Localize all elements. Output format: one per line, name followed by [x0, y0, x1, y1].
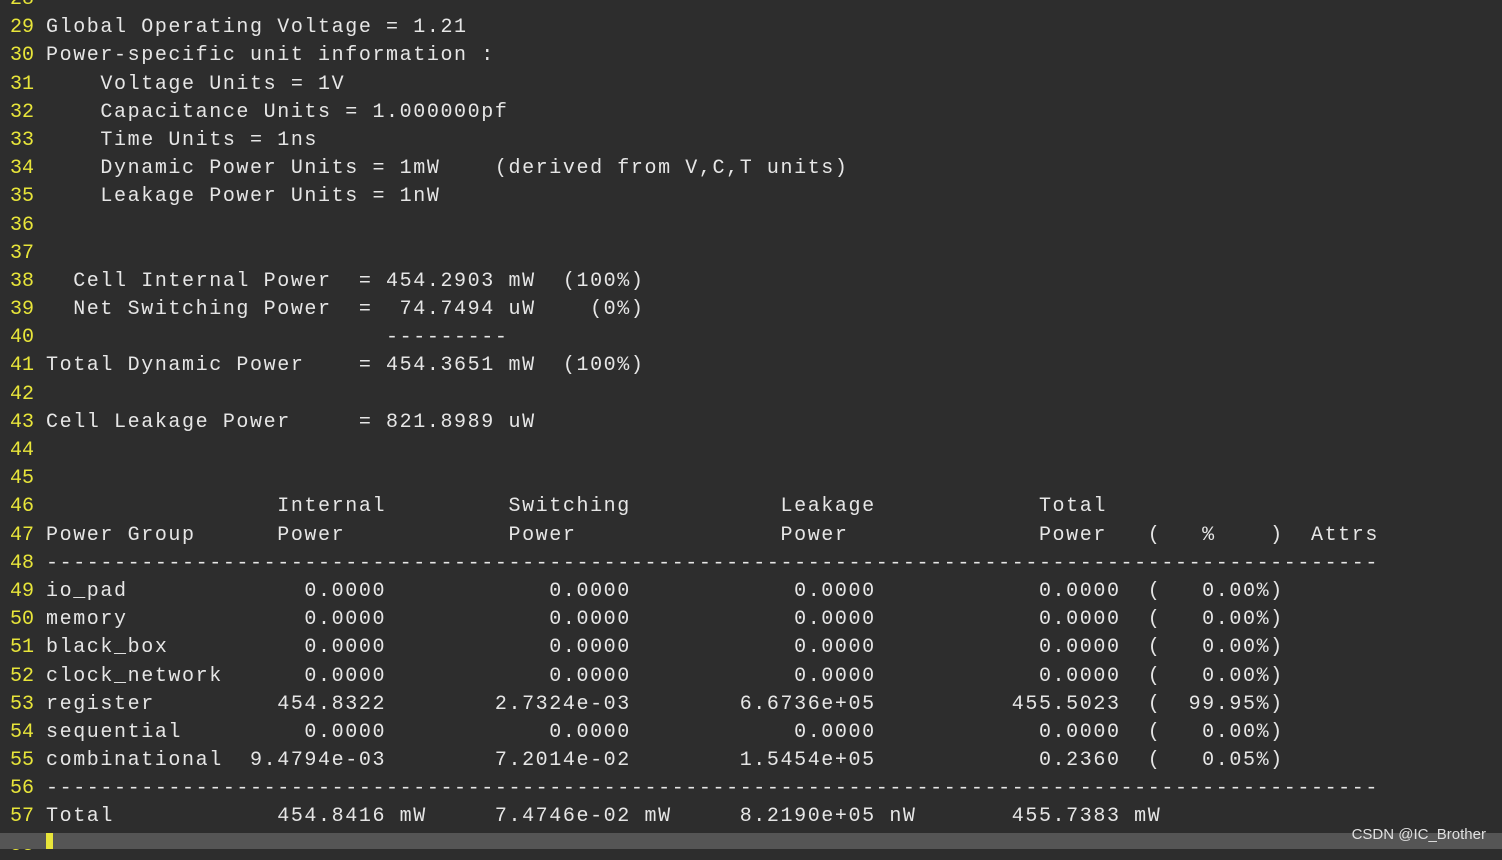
editor-line: 52 clock_network 0.0000 0.0000 0.0000 0.0… — [0, 663, 1502, 691]
status-bar — [0, 833, 1502, 849]
editor-line: 36 — [0, 212, 1502, 240]
editor-line: 46 Internal Switching Leakage Total — [0, 493, 1502, 521]
line-text: Power-specific unit information : — [46, 44, 495, 68]
line-text: combinational 9.4794e-03 7.2014e-02 1.54… — [46, 749, 1284, 773]
editor-line: 55 combinational 9.4794e-03 7.2014e-02 1.… — [0, 747, 1502, 775]
line-text: clock_network 0.0000 0.0000 0.0000 0.000… — [46, 664, 1284, 688]
editor-line: 39 Net Switching Power = 74.7494 uW (0%) — [0, 296, 1502, 324]
line-number: 47 — [9, 523, 34, 547]
line-number: 35 — [9, 185, 34, 209]
editor-line: 45 — [0, 465, 1502, 493]
editor-line: 41 Total Dynamic Power = 454.3651 mW (100… — [0, 352, 1502, 380]
line-text: memory 0.0000 0.0000 0.0000 0.0000 ( 0.0… — [46, 608, 1284, 632]
line-text: Leakage Power Units = 1nW — [46, 185, 441, 209]
line-text: Cell Leakage Power = 821.8989 uW — [46, 410, 536, 434]
text-cursor — [46, 833, 53, 849]
line-number: 31 — [9, 72, 34, 96]
line-number: 28 — [0, 0, 46, 14]
line-number: 42 — [9, 382, 34, 406]
line-number: 50 — [9, 608, 34, 632]
line-number: 52 — [9, 664, 34, 688]
line-number: 45 — [9, 467, 34, 491]
line-text: --------- — [46, 326, 509, 350]
line-number: 54 — [9, 720, 34, 744]
editor-line: 34 Dynamic Power Units = 1mW (derived fr… — [0, 155, 1502, 183]
line-number: 30 — [9, 44, 34, 68]
line-number: 55 — [9, 749, 34, 773]
line-number: 33 — [9, 128, 34, 152]
line-number: 34 — [9, 157, 34, 181]
line-number: 36 — [9, 213, 34, 237]
line-text: Total 454.8416 mW 7.4746e-02 mW 8.2190e+… — [46, 805, 1162, 829]
editor-line: 31 Voltage Units = 1V — [0, 71, 1502, 99]
line-number: 57 — [9, 805, 34, 829]
line-number: 40 — [9, 326, 34, 350]
editor-line: 28 — [0, 0, 1502, 14]
line-text: register 454.8322 2.7324e-03 6.6736e+05 … — [46, 692, 1284, 716]
line-text: Internal Switching Leakage Total — [46, 495, 1107, 519]
line-text: ----------------------------------------… — [46, 777, 1379, 801]
line-number: 38 — [9, 269, 34, 293]
editor-line: 48 --------------------------------------… — [0, 550, 1502, 578]
editor-text-area[interactable]: 28 29 Global Operating Voltage = 1.21 30 P… — [0, 0, 1502, 860]
editor-line: 56 --------------------------------------… — [0, 775, 1502, 803]
editor-line: 49 io_pad 0.0000 0.0000 0.0000 0.0000 ( 0… — [0, 578, 1502, 606]
editor-line: 30 Power-specific unit information : — [0, 42, 1502, 70]
editor-line: 38 Cell Internal Power = 454.2903 mW (10… — [0, 268, 1502, 296]
line-number: 29 — [9, 16, 34, 40]
watermark: CSDN @IC_Brother — [1351, 826, 1486, 843]
line-number: 39 — [9, 298, 34, 322]
editor-line: 50 memory 0.0000 0.0000 0.0000 0.0000 ( 0… — [0, 606, 1502, 634]
editor-line: 51 black_box 0.0000 0.0000 0.0000 0.0000 … — [0, 634, 1502, 662]
line-number: 48 — [9, 551, 34, 575]
line-number: 51 — [9, 636, 34, 660]
line-number: 44 — [9, 439, 34, 462]
line-text: Capacitance Units = 1.000000pf — [46, 100, 509, 124]
line-number: 46 — [9, 495, 34, 519]
editor-line: 32 Capacitance Units = 1.000000pf — [0, 99, 1502, 127]
editor-line: 44 — [0, 437, 1502, 465]
line-text: Time Units = 1ns — [46, 128, 319, 152]
line-text: Cell Internal Power = 454.2903 mW (100%) — [46, 269, 645, 293]
line-text: Net Switching Power = 74.7494 uW (0%) — [46, 298, 645, 322]
line-number: 49 — [9, 579, 34, 603]
line-number: 41 — [9, 354, 34, 378]
line-text: Power Group Power Power Power Power ( % … — [46, 523, 1379, 547]
line-text: Global Operating Voltage = 1.21 — [46, 16, 468, 40]
line-text: black_box 0.0000 0.0000 0.0000 0.0000 ( … — [46, 636, 1284, 660]
editor-line: 37 — [0, 240, 1502, 268]
line-text: Total Dynamic Power = 454.3651 mW (100%) — [46, 354, 645, 378]
editor-line: 54 sequential 0.0000 0.0000 0.0000 0.0000… — [0, 719, 1502, 747]
editor-line: 33 Time Units = 1ns — [0, 127, 1502, 155]
editor-line: 42 — [0, 381, 1502, 409]
editor-line: 47 Power Group Power Power Power Power ( … — [0, 522, 1502, 550]
editor-line: 29 Global Operating Voltage = 1.21 — [0, 14, 1502, 42]
line-text: Dynamic Power Units = 1mW (derived from … — [46, 157, 849, 181]
editor-line: 57 Total 454.8416 mW 7.4746e-02 mW 8.2190… — [0, 803, 1502, 831]
line-number: 56 — [9, 777, 34, 801]
editor-line: 40 --------- — [0, 324, 1502, 352]
editor-line: 35 Leakage Power Units = 1nW — [0, 183, 1502, 211]
editor-line: 53 register 454.8322 2.7324e-03 6.6736e+0… — [0, 691, 1502, 719]
line-number: 37 — [9, 241, 34, 265]
line-number: 43 — [9, 410, 34, 434]
line-number: 53 — [9, 692, 34, 716]
line-text: sequential 0.0000 0.0000 0.0000 0.0000 (… — [46, 720, 1284, 744]
line-text: ----------------------------------------… — [46, 551, 1379, 575]
editor-line: 43 Cell Leakage Power = 821.8989 uW — [0, 409, 1502, 437]
line-text: Voltage Units = 1V — [46, 72, 346, 96]
line-text: io_pad 0.0000 0.0000 0.0000 0.0000 ( 0.0… — [46, 579, 1284, 603]
line-number: 32 — [9, 100, 34, 124]
